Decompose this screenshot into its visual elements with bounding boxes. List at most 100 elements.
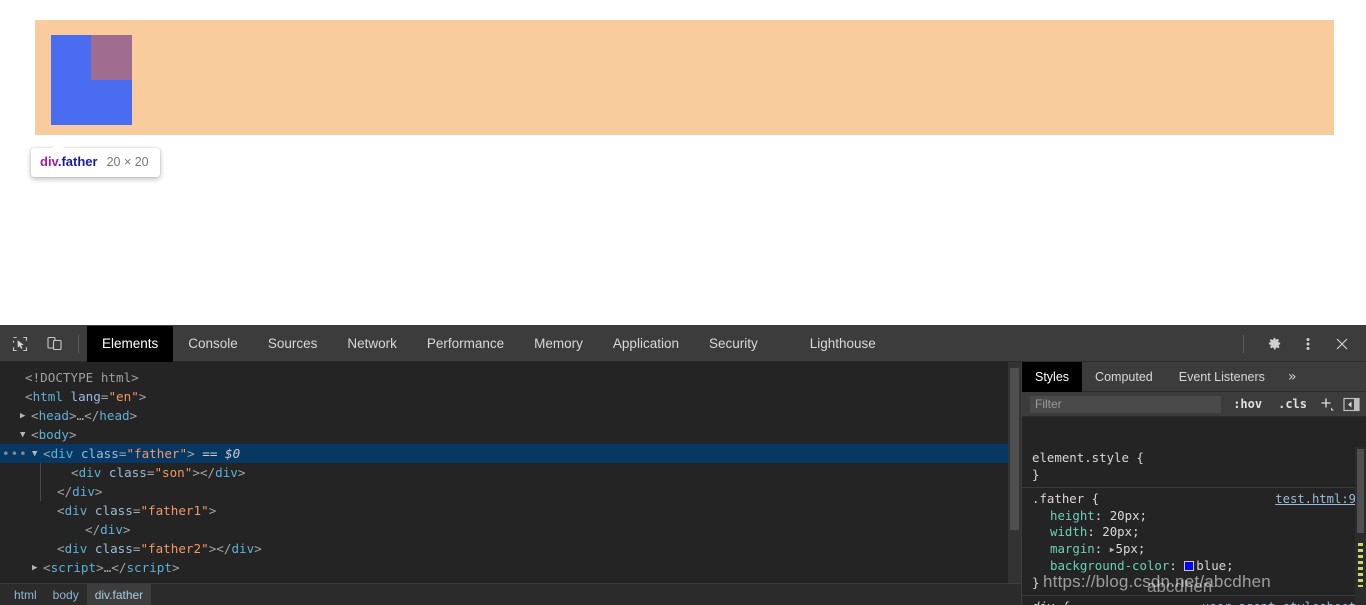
styles-filter-input[interactable] — [1030, 396, 1221, 413]
css-declaration[interactable]: height: 20px; — [1032, 508, 1360, 525]
dom-token-punct: < — [57, 541, 65, 556]
expand-shorthand-icon[interactable]: ▶ — [1110, 542, 1115, 559]
dom-token-punct: > — [130, 408, 138, 423]
tab-network-label: Network — [347, 336, 397, 351]
twisty-open-icon[interactable]: ▼ — [20, 426, 31, 445]
devtools-toolbar: Elements Console Sources Network Perform… — [0, 326, 1366, 362]
devtools-panel: Elements Console Sources Network Perform… — [0, 325, 1366, 604]
dom-tree-scrollbar[interactable] — [1008, 362, 1021, 605]
tab-security[interactable]: Security — [694, 326, 773, 362]
css-property-value[interactable]: blue; — [1196, 558, 1233, 573]
css-declaration[interactable]: margin: ▶5px; — [1032, 541, 1360, 559]
css-source-link[interactable]: user agent stylesheet — [1202, 599, 1356, 605]
dom-token-punct: > — [69, 408, 77, 423]
close-icon[interactable] — [1328, 330, 1356, 358]
css-declaration[interactable]: width: 20px; — [1032, 524, 1360, 541]
css-selector[interactable]: div { — [1032, 599, 1069, 605]
tab-performance-label: Performance — [427, 336, 504, 351]
dom-token-tag: div — [100, 522, 123, 537]
dom-token-tag: div — [79, 465, 102, 480]
tab-network[interactable]: Network — [332, 326, 412, 362]
css-selector-line: div { user agent stylesheet — [1032, 599, 1360, 605]
twisty-spacer — [14, 369, 25, 388]
kebab-menu-icon[interactable] — [1294, 330, 1322, 358]
tab-console-label: Console — [188, 336, 238, 351]
twisty-spacer — [46, 502, 57, 521]
hov-toggle-button[interactable]: :hov — [1229, 397, 1266, 411]
tab-elements[interactable]: Elements — [87, 326, 173, 362]
dom-tree-row[interactable]: ▼<body> — [0, 425, 1021, 444]
dom-token-val: "father1" — [140, 503, 208, 518]
dom-tree-row[interactable]: <div class="father2"></div> — [0, 539, 1021, 558]
twisty-closed-icon[interactable]: ▶ — [20, 407, 31, 426]
tab-sources[interactable]: Sources — [253, 326, 333, 362]
plus-icon[interactable] — [1319, 396, 1335, 412]
dom-token-punct: < — [31, 408, 39, 423]
tooltip-tag-name: div — [40, 154, 58, 169]
twisty-closed-icon[interactable]: ▶ — [32, 559, 43, 578]
tab-event-listeners[interactable]: Event Listeners — [1166, 362, 1278, 392]
css-selector[interactable]: element.style { — [1032, 450, 1144, 465]
breadcrumb-item-body[interactable]: body — [45, 584, 87, 605]
dom-tree-row[interactable]: ▶<head>…</head> — [0, 406, 1021, 425]
son-element-overlay — [91, 35, 132, 80]
tooltip-dimensions: 20 × 20 — [107, 155, 149, 169]
tab-styles[interactable]: Styles — [1022, 362, 1082, 392]
color-swatch[interactable] — [1184, 561, 1194, 571]
dom-token-punct: > — [69, 427, 77, 442]
dom-tree-row[interactable]: <div class="son"></div> — [0, 463, 1021, 482]
css-selector-line: element.style { — [1032, 450, 1360, 467]
gear-icon[interactable] — [1260, 330, 1288, 358]
css-selector-line: .father { test.html:9 — [1032, 491, 1360, 508]
dom-token-attr: class — [87, 503, 133, 518]
tab-console[interactable]: Console — [173, 326, 253, 362]
tab-performance[interactable]: Performance — [412, 326, 519, 362]
css-source-link[interactable]: test.html:9 — [1275, 491, 1356, 508]
styles-scroll-thumb[interactable] — [1357, 449, 1364, 533]
tab-computed[interactable]: Computed — [1082, 362, 1166, 392]
dom-tree[interactable]: <!DOCTYPE html> <html lang="en">▶<head>…… — [0, 362, 1021, 577]
cls-toggle-button[interactable]: .cls — [1274, 397, 1311, 411]
dom-token-tag: head — [39, 408, 69, 423]
dom-token-punct: < — [31, 427, 39, 442]
breadcrumb-item-div-father[interactable]: div.father — [87, 584, 151, 605]
more-tabs-icon[interactable]: » — [1278, 369, 1306, 385]
toggle-sidebar-icon[interactable] — [1343, 397, 1360, 412]
dom-tree-row[interactable]: <html lang="en"> — [0, 387, 1021, 406]
twisty-spacer — [74, 521, 85, 540]
tab-sources-label: Sources — [268, 336, 318, 351]
css-property-value[interactable]: 20px; — [1110, 508, 1147, 523]
tab-lighthouse[interactable]: Lighthouse — [795, 326, 891, 362]
device-toolbar-icon[interactable] — [40, 330, 68, 358]
css-selector[interactable]: .father { — [1032, 491, 1099, 506]
dom-token-tag: div — [65, 503, 88, 518]
tab-memory[interactable]: Memory — [519, 326, 598, 362]
styles-pane: Styles Computed Event Listeners » :hov .… — [1022, 362, 1366, 605]
tab-application[interactable]: Application — [598, 326, 694, 362]
devtools-body: <!DOCTYPE html> <html lang="en">▶<head>…… — [0, 362, 1366, 605]
css-property-value[interactable]: 5px; — [1116, 541, 1146, 556]
styles-tabbar: Styles Computed Event Listeners » — [1022, 362, 1366, 392]
dom-token-tag: div — [51, 446, 74, 461]
breadcrumb-item-html[interactable]: html — [6, 584, 45, 605]
dom-token-tag: head — [99, 408, 129, 423]
twisty-open-icon[interactable]: ▼ — [32, 445, 43, 464]
dom-tree-scroll-thumb[interactable] — [1010, 368, 1019, 530]
dom-tree-row[interactable]: ▶<script>…</script> — [0, 558, 1021, 577]
dom-tree-row[interactable]: <!DOCTYPE html> — [0, 368, 1021, 387]
css-declaration[interactable]: background-color: blue; — [1032, 558, 1360, 575]
styles-scrollbar[interactable] — [1355, 447, 1366, 605]
twisty-spacer — [14, 388, 25, 407]
dom-token-tag: body — [39, 427, 69, 442]
dom-tree-row[interactable]: <div class="father1"> — [0, 501, 1021, 520]
dom-token-tag: html — [33, 389, 63, 404]
inspect-cursor-icon[interactable] — [6, 330, 34, 358]
dom-token-attr: lang — [63, 389, 101, 404]
dom-tree-pane: <!DOCTYPE html> <html lang="en">▶<head>…… — [0, 362, 1021, 605]
css-property-value[interactable]: 20px; — [1102, 524, 1139, 539]
css-property-name: width — [1050, 524, 1087, 539]
dom-tree-row[interactable]: </div> — [0, 482, 1021, 501]
dom-tree-row[interactable]: </div> — [0, 520, 1021, 539]
dom-tree-row[interactable]: •••▼<div class="father"> == $0 — [0, 444, 1021, 463]
row-more-icon[interactable]: ••• — [2, 444, 28, 463]
